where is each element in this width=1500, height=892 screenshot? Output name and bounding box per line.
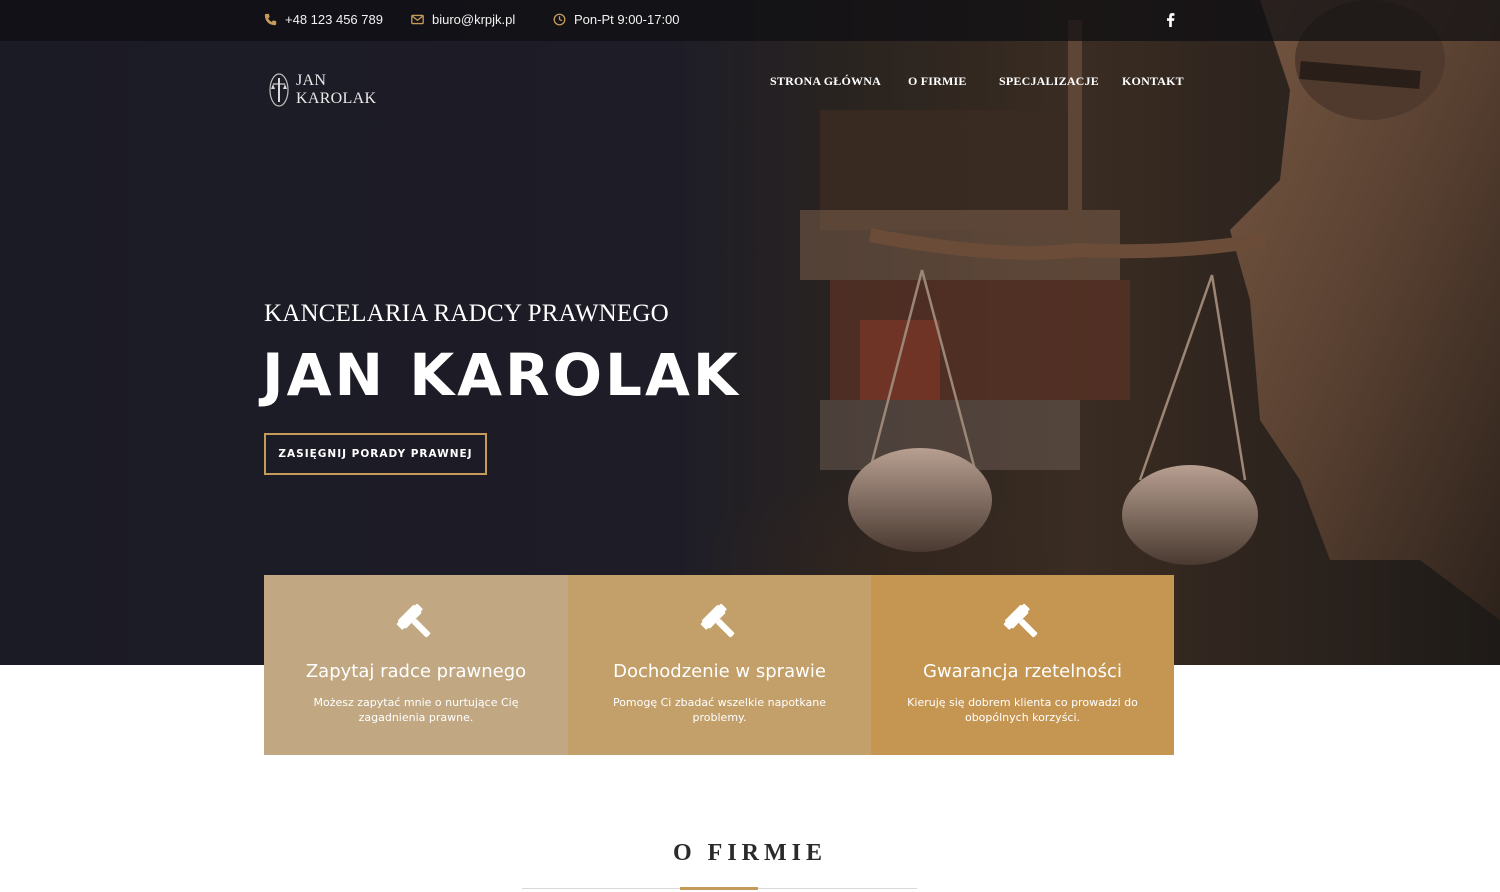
envelope-icon (411, 14, 424, 25)
nav-item-about[interactable]: O FIRMIE (908, 74, 967, 89)
clock-icon (553, 13, 566, 26)
nav-item-specializations[interactable]: SPECJALIZACJE (999, 74, 1099, 89)
opening-hours: Pon-Pt 9:00-17:00 (553, 12, 680, 27)
feature-title: Zapytaj radce prawnego (305, 661, 527, 682)
phone-icon (264, 13, 277, 26)
top-contact-bar: +48 123 456 789 biuro@krpjk.pl Pon-Pt 9:… (0, 0, 1500, 41)
nav-item-home[interactable]: STRONA GŁÓWNA (770, 74, 881, 89)
hero-title: JAN KAROLAK (262, 341, 741, 409)
logo-line-2: KAROLAK (296, 90, 377, 107)
feature-title: Gwarancja rzetelności (923, 661, 1122, 682)
email-contact[interactable]: biuro@krpjk.pl (411, 12, 515, 27)
justice-statue-image (800, 0, 1500, 620)
feature-description: Kieruję się dobrem klienta co prowadzi d… (907, 696, 1138, 724)
feature-box-ask-lawyer: Zapytaj radce prawnego Możesz zapytać mn… (264, 575, 568, 755)
nav-item-contact[interactable]: KONTAKT (1122, 74, 1184, 89)
phone-contact[interactable]: +48 123 456 789 (264, 12, 383, 27)
email-address: biuro@krpjk.pl (432, 12, 516, 27)
feature-description: Pomogę Ci zbadać wszelkie napotkane prob… (612, 696, 827, 724)
gavel-icon (700, 603, 734, 638)
phone-number: +48 123 456 789 (285, 12, 383, 27)
feature-box-investigation: Dochodzenie w sprawie Pomogę Ci zbadać w… (568, 575, 871, 755)
legal-advice-button[interactable]: ZASIĘGNIJ PORADY PRAWNEJ (264, 433, 487, 475)
hours-text: Pon-Pt 9:00-17:00 (574, 12, 680, 27)
feature-title: Dochodzenie w sprawie (613, 661, 826, 682)
feature-box-reliability: Gwarancja rzetelności Kieruję się dobrem… (871, 575, 1174, 755)
hero-subtitle: KANCELARIA RADCY PRAWNEGO (264, 300, 669, 327)
logo-line-1: JAN (296, 72, 327, 89)
gavel-icon (1003, 603, 1037, 638)
section-divider (522, 887, 917, 890)
site-logo[interactable]: JAN KAROLAK (268, 72, 376, 108)
divider-accent (680, 887, 758, 890)
hero-section: +48 123 456 789 biuro@krpjk.pl Pon-Pt 9:… (0, 0, 1500, 665)
about-section-title: O FIRMIE (673, 840, 827, 866)
gavel-icon (396, 603, 431, 638)
feature-description: Możesz zapytać mnie o nurtujące Cię zaga… (313, 696, 519, 724)
facebook-icon[interactable] (1166, 13, 1175, 27)
logo-emblem-icon (269, 73, 289, 107)
